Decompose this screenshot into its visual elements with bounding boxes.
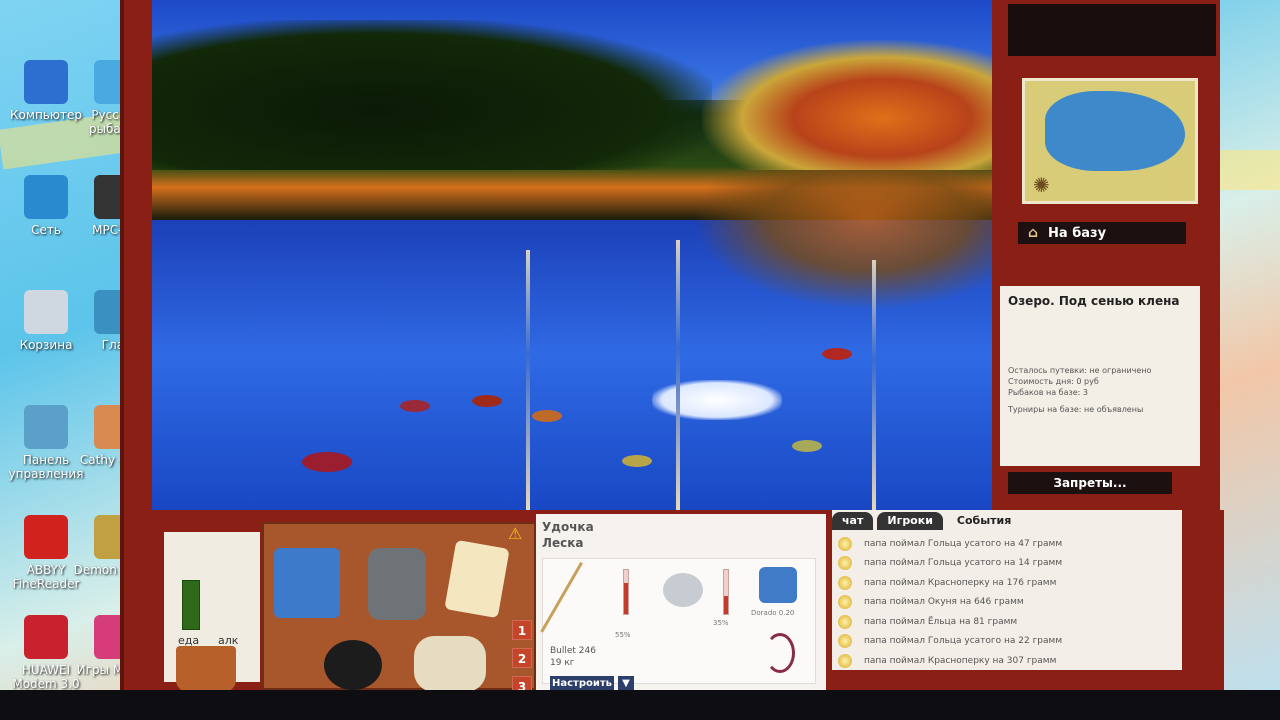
leaf <box>532 410 562 422</box>
slot-2[interactable]: 2 <box>512 648 532 668</box>
fish-icon <box>838 634 852 649</box>
house-icon: ⌂ <box>1028 225 1039 241</box>
event-text: папа поймал Красноперку на 176 грамм <box>864 577 1057 588</box>
app-icon <box>24 175 68 219</box>
tab-chat[interactable]: чат <box>832 512 874 530</box>
info-line: Турниры на базе: не объявлены <box>1008 405 1144 414</box>
line-spool-icon[interactable] <box>759 567 797 603</box>
rod-name: Bullet 246 <box>550 646 596 656</box>
app-icon <box>24 405 68 449</box>
location-info: Озеро. Под сенью клена Осталось путевки:… <box>1000 286 1200 466</box>
notebook-icon[interactable] <box>444 539 510 619</box>
rod-weight: 19 кг <box>550 658 575 668</box>
rod-label: Удочка <box>542 520 594 534</box>
sack-icon[interactable] <box>414 636 486 692</box>
event-item: папа поймал Гольца усатого на 22 грамм <box>838 632 1178 652</box>
info-line: Рыбаков на базе: 3 <box>1008 388 1088 397</box>
app-icon <box>24 60 68 104</box>
tab-events[interactable]: События <box>946 512 1022 530</box>
fishing-rod[interactable] <box>872 260 876 510</box>
lake-map[interactable]: ✺ <box>1022 78 1198 204</box>
inventory: ⚠ 1 2 3 <box>262 522 536 696</box>
fish-icon <box>838 653 852 668</box>
event-item: папа поймал Красноперку на 307 грамм <box>838 651 1178 671</box>
rod-gauge <box>623 569 629 615</box>
food-bar <box>182 580 200 630</box>
autumn-trees <box>702 40 992 170</box>
events-list: папа поймал Гольца усатого на 47 грамм па… <box>838 534 1178 671</box>
reel-pct: 35% <box>713 619 729 627</box>
rod-icon[interactable] <box>540 561 624 657</box>
dark-forest <box>152 20 712 170</box>
fishing-rod[interactable] <box>526 250 530 510</box>
to-base-label: На базу <box>1048 225 1107 241</box>
leaf <box>302 452 352 472</box>
tab-players[interactable]: Игроки <box>877 512 943 530</box>
location-title: Озеро. Под сенью клена <box>1008 294 1180 308</box>
leaf <box>792 440 822 452</box>
event-item: папа поймал Гольца усатого на 47 грамм <box>838 534 1178 554</box>
event-item: папа поймал Гольца усатого на 14 грамм <box>838 554 1178 574</box>
fish-icon <box>838 614 852 629</box>
leaf <box>400 400 430 412</box>
app-icon <box>24 290 68 334</box>
to-base-button[interactable]: ⌂ На базу <box>1018 222 1186 244</box>
fish-icon <box>838 575 852 590</box>
game-window: ✺ ⌂ На базу Озеро. Под сенью клена Остал… <box>120 0 1224 696</box>
rod-panel: Удочка Леска 55% 35% Dorado 0.20 Bullet … <box>536 514 826 694</box>
bans-button[interactable]: Запреты... <box>1008 472 1172 494</box>
fishing-rod[interactable] <box>676 240 680 510</box>
app-icon <box>24 515 68 559</box>
cauldron-icon[interactable] <box>324 640 382 690</box>
tackle-box-icon[interactable] <box>274 548 340 618</box>
event-item: папа поймал Окуня на 646 грамм <box>838 593 1178 613</box>
gear-slots: 55% 35% Dorado 0.20 <box>540 558 816 684</box>
event-text: папа поймал Окуня на 646 грамм <box>864 597 1024 608</box>
backpack-icon[interactable] <box>368 548 426 620</box>
event-item: папа поймал Ёльца на 81 грамм <box>838 612 1178 632</box>
event-text: папа поймал Гольца усатого на 47 грамм <box>864 538 1063 549</box>
compass-icon: ✺ <box>1033 173 1050 197</box>
event-text: папа поймал Гольца усатого на 22 грамм <box>864 636 1063 647</box>
event-text: папа поймал Красноперку на 307 грамм <box>864 655 1057 666</box>
leaf <box>822 348 852 360</box>
warning-icon: ⚠ <box>508 524 523 543</box>
fish-icon <box>838 556 852 571</box>
right-panel: ✺ ⌂ На базу Озеро. Под сенью клена Остал… <box>1000 0 1224 520</box>
line-label: Леска <box>542 536 584 550</box>
worm-bait-icon[interactable] <box>765 633 795 673</box>
info-line: Осталось путевки: не ограничено <box>1008 366 1152 375</box>
trees-reflection <box>692 170 992 310</box>
reel-icon[interactable] <box>663 573 703 607</box>
cloud-reflection <box>652 380 782 420</box>
slot-1[interactable]: 1 <box>512 620 532 640</box>
taskbar <box>0 690 1280 720</box>
event-text: папа поймал Гольца усатого на 14 грамм <box>864 558 1063 569</box>
leaf <box>622 455 652 467</box>
app-icon <box>24 615 68 659</box>
top-dark-box <box>1008 4 1216 56</box>
leaf <box>472 395 502 407</box>
chat-panel: чат Игроки События папа поймал Гольца ус… <box>832 510 1182 670</box>
line-name: Dorado 0.20 <box>751 609 795 617</box>
bottom-panel: еда алк ⚠ 1 2 3 Удочка Леска 55% 35% Dor… <box>124 510 1224 696</box>
bucket-icon[interactable] <box>176 646 236 692</box>
fish-icon <box>838 536 852 551</box>
lake-scene[interactable] <box>152 0 992 520</box>
reel-gauge <box>723 569 729 615</box>
info-line: Стоимость дня: 0 руб <box>1008 377 1099 386</box>
rod-pct: 55% <box>615 631 631 639</box>
lake-shape <box>1045 91 1185 171</box>
fish-icon <box>838 595 852 610</box>
event-text: папа поймал Ёльца на 81 грамм <box>864 616 1018 627</box>
event-item: папа поймал Красноперку на 176 грамм <box>838 573 1178 593</box>
chat-tabs: чат Игроки События <box>832 512 1022 530</box>
